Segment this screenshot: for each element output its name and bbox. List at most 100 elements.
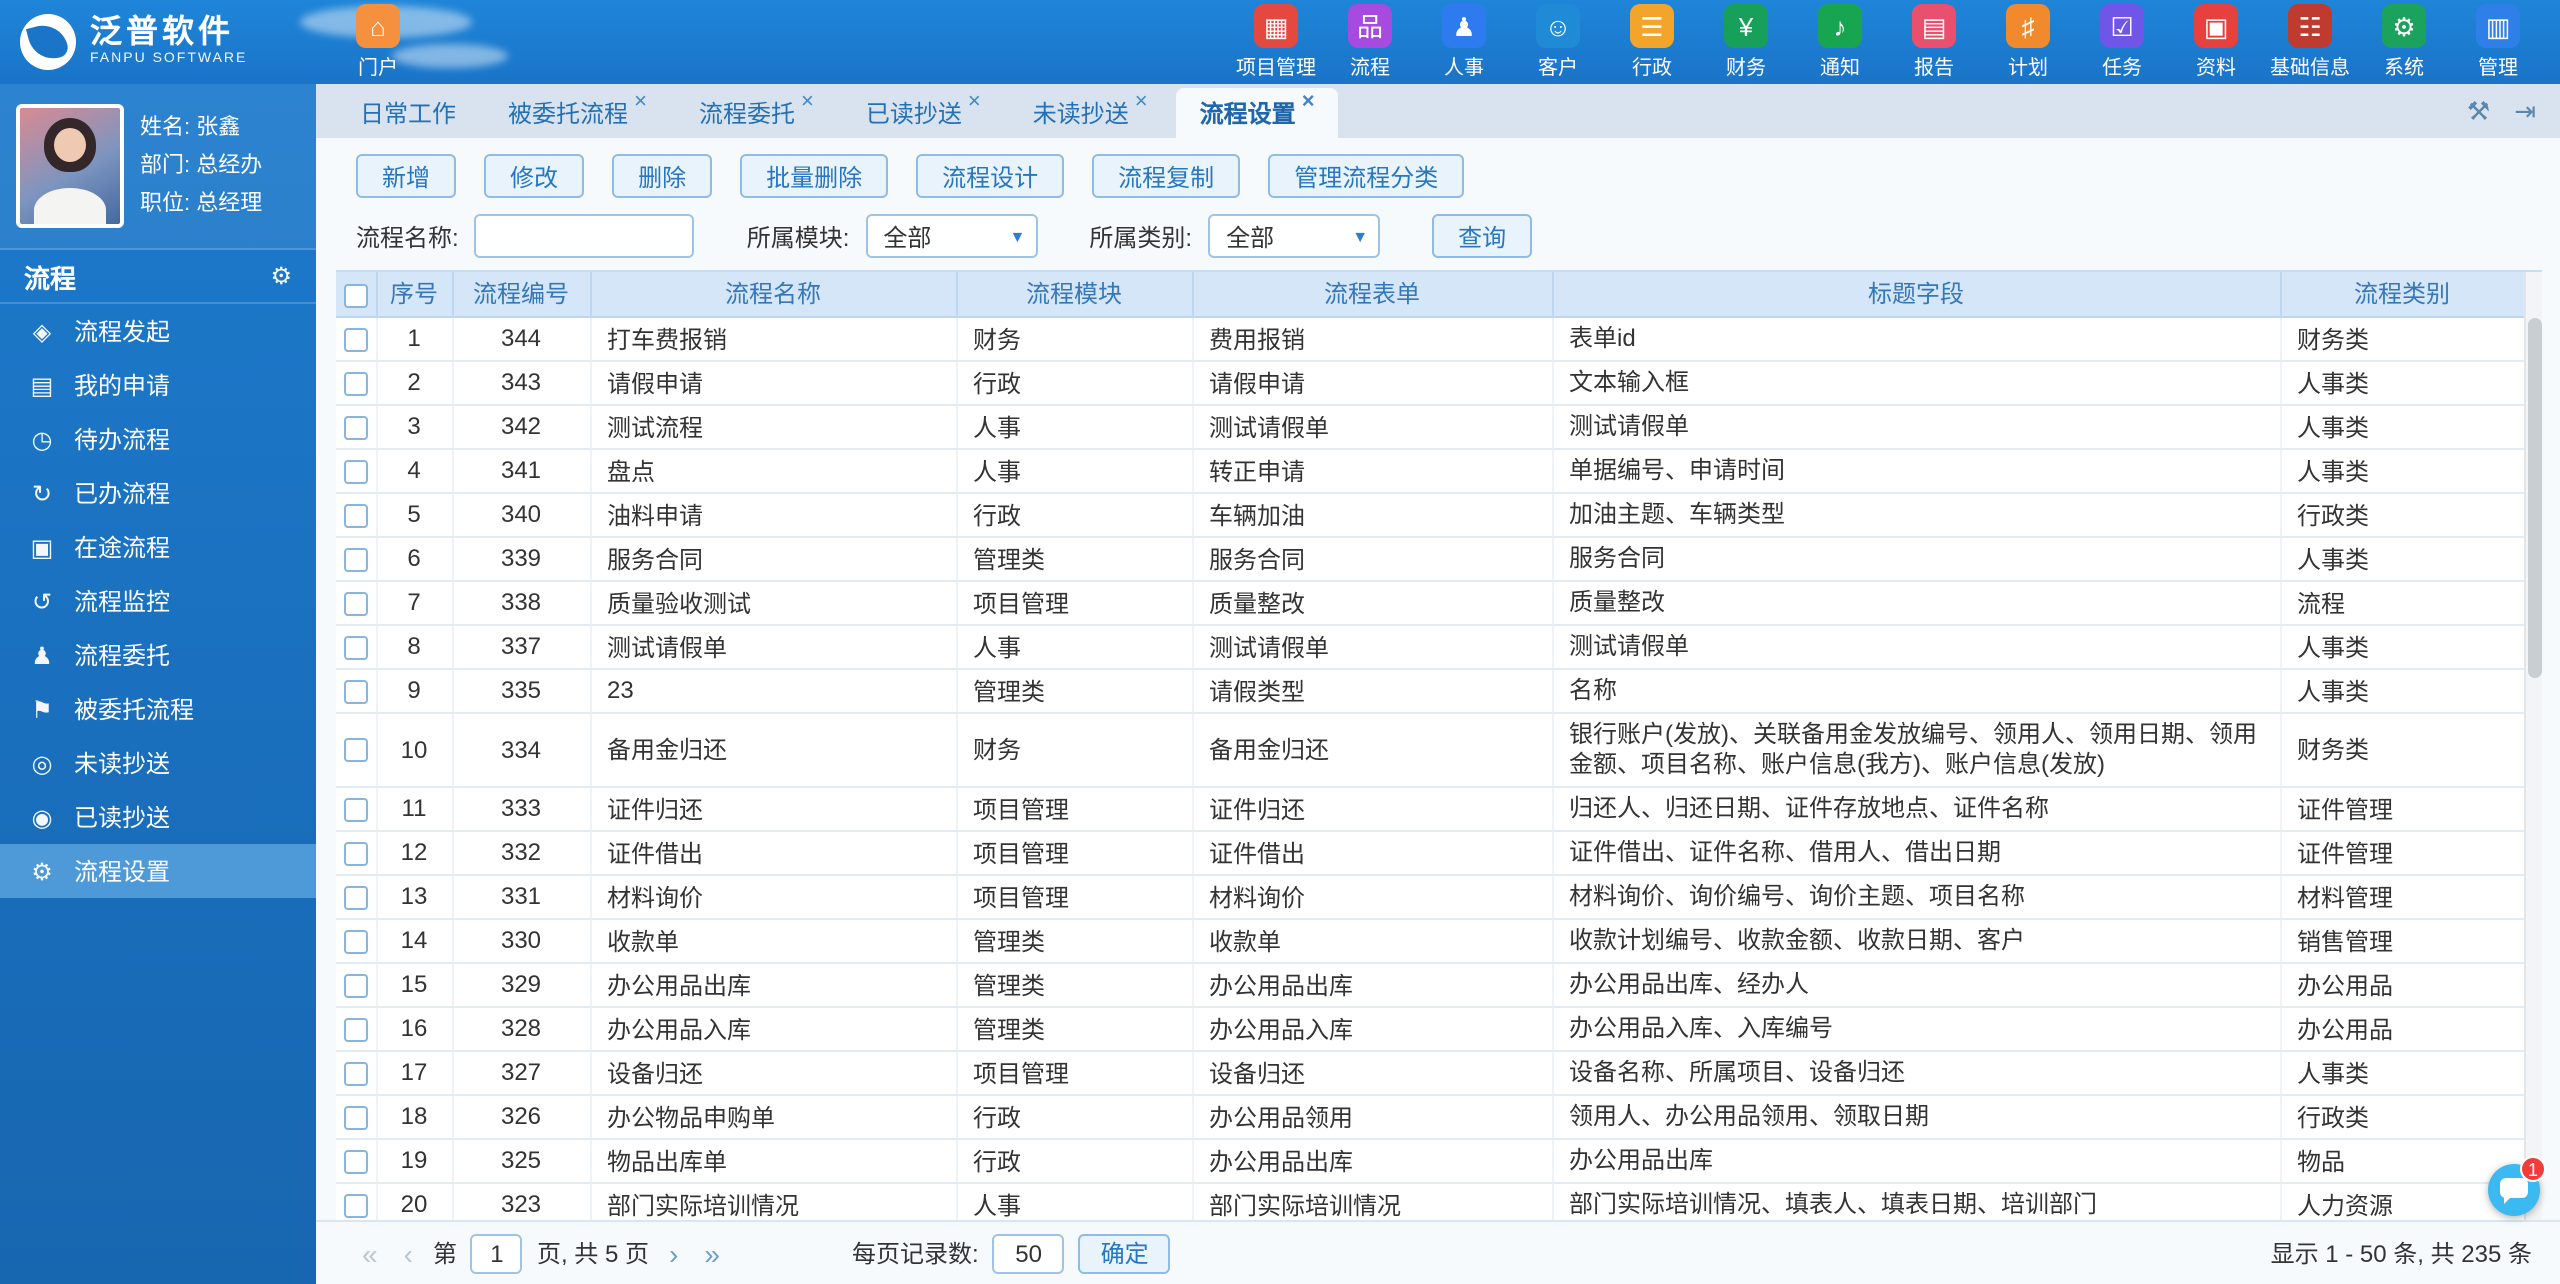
sidebar-item[interactable]: ⚙ 流程设置	[0, 844, 316, 898]
tab[interactable]: 已读抄送 ×	[842, 88, 1005, 138]
table-row[interactable]: 9 335 23 管理类 请假类型 名称 人事类	[336, 668, 2525, 713]
row-checkbox[interactable]	[343, 1105, 368, 1130]
row-checkbox[interactable]	[343, 635, 368, 660]
chat-button[interactable]: 1	[2488, 1156, 2546, 1216]
table-row[interactable]: 12 332 证件借出 项目管理 证件借出 证件借出、证件名称、借用人、借出日期…	[336, 830, 2525, 875]
row-checkbox[interactable]	[343, 929, 368, 954]
table-row[interactable]: 19 325 物品出库单 行政 办公用品出库 办公用品出库 物品	[336, 1138, 2525, 1183]
app-item[interactable]: ¥ 财务	[1700, 4, 1792, 80]
table-row[interactable]: 20 323 部门实际培训情况 人事 部门实际培训情况 部门实际培训情况、填表人…	[336, 1182, 2525, 1220]
table-row[interactable]: 13 331 材料询价 项目管理 材料询价 材料询价、询价编号、询价主题、项目名…	[336, 874, 2525, 919]
row-checkbox[interactable]	[343, 1061, 368, 1086]
sidebar-item[interactable]: ◉ 已读抄送	[0, 790, 316, 844]
prev-page-icon[interactable]: ‹	[398, 1239, 419, 1267]
app-item[interactable]: 品 流程	[1324, 4, 1416, 80]
module-select[interactable]: 全部 ▼	[865, 214, 1038, 258]
app-item[interactable]: ♪ 通知	[1794, 4, 1886, 80]
toolbar-button[interactable]: 修改	[484, 154, 585, 198]
row-checkbox[interactable]	[343, 547, 368, 572]
page-input[interactable]	[470, 1233, 523, 1273]
first-page-icon[interactable]: «	[356, 1239, 384, 1267]
row-checkbox[interactable]	[343, 327, 368, 352]
gear-icon[interactable]: ⚙	[270, 262, 292, 290]
sidebar-item[interactable]: ▣ 在途流程	[0, 520, 316, 574]
table-row[interactable]: 3 342 测试流程 人事 测试请假单 测试请假单 人事类	[336, 404, 2525, 449]
tab-close-icon[interactable]: ×	[1302, 91, 1315, 114]
table-row[interactable]: 4 341 盘点 人事 转正申请 单据编号、申请时间 人事类	[336, 448, 2525, 493]
app-item[interactable]: ♯ 计划	[1982, 4, 2074, 80]
sidebar-item[interactable]: ◷ 待办流程	[0, 412, 316, 466]
toolbar-button[interactable]: 流程复制	[1092, 154, 1241, 198]
table-row[interactable]: 2 343 请假申请 行政 请假申请 文本输入框 人事类	[336, 360, 2525, 405]
row-checkbox[interactable]	[343, 679, 368, 704]
toolbar-button[interactable]: 删除	[612, 154, 713, 198]
sidebar-item[interactable]: ♟ 流程委托	[0, 628, 316, 682]
app-item[interactable]: ☺ 客户	[1512, 4, 1604, 80]
wrench-icon[interactable]: ⚒	[2467, 95, 2490, 127]
sidebar-item[interactable]: ◈ 流程发起	[0, 304, 316, 358]
table-row[interactable]: 16 328 办公用品入库 管理类 办公用品入库 办公用品入库、入库编号 办公用…	[336, 1006, 2525, 1051]
toolbar-button[interactable]: 流程设计	[916, 154, 1065, 198]
app-item[interactable]: ▥ 管理	[2452, 4, 2544, 80]
row-checkbox[interactable]	[343, 841, 368, 866]
table-row[interactable]: 7 338 质量验收测试 项目管理 质量整改 质量整改 流程	[336, 580, 2525, 625]
sidebar-item[interactable]: ↻ 已办流程	[0, 466, 316, 520]
row-checkbox[interactable]	[343, 1149, 368, 1174]
column-header[interactable]: 流程模块	[956, 272, 1193, 317]
column-header[interactable]: 流程名称	[590, 272, 957, 317]
app-item[interactable]: ☰ 行政	[1606, 4, 1698, 80]
column-header[interactable]: 流程编号	[452, 272, 591, 317]
table-row[interactable]: 8 337 测试请假单 人事 测试请假单 测试请假单 人事类	[336, 624, 2525, 669]
row-checkbox[interactable]	[343, 371, 368, 396]
search-button[interactable]: 查询	[1432, 214, 1533, 258]
app-item[interactable]: ♟ 人事	[1418, 4, 1510, 80]
app-item[interactable]: ⚙ 系统	[2358, 4, 2450, 80]
next-page-icon[interactable]: ›	[663, 1239, 684, 1267]
row-checkbox[interactable]	[343, 738, 368, 763]
sidebar-item[interactable]: ▤ 我的申请	[0, 358, 316, 412]
column-header[interactable]: 标题字段	[1552, 272, 2281, 317]
table-row[interactable]: 5 340 油料申请 行政 车辆加油 加油主题、车辆类型 行政类	[336, 492, 2525, 537]
tab-close-icon[interactable]: ×	[801, 91, 814, 114]
table-row[interactable]: 6 339 服务合同 管理类 服务合同 服务合同 人事类	[336, 536, 2525, 581]
toolbar-button[interactable]: 管理流程分类	[1268, 154, 1465, 198]
table-row[interactable]: 15 329 办公用品出库 管理类 办公用品出库 办公用品出库、经办人 办公用品	[336, 962, 2525, 1007]
tab[interactable]: 未读抄送 ×	[1009, 88, 1172, 138]
app-item[interactable]: ▤ 报告	[1888, 4, 1980, 80]
app-item[interactable]: ☷ 基础信息	[2264, 4, 2356, 80]
tab-close-icon[interactable]: ×	[968, 91, 981, 114]
sidebar-item[interactable]: ↺ 流程监控	[0, 574, 316, 628]
row-checkbox[interactable]	[343, 459, 368, 484]
toolbar-button[interactable]: 批量删除	[740, 154, 889, 198]
row-checkbox[interactable]	[343, 1017, 368, 1042]
row-checkbox[interactable]	[343, 591, 368, 616]
app-item[interactable]: ☑ 任务	[2076, 4, 2168, 80]
table-scrollbar[interactable]	[2524, 272, 2542, 1220]
tab[interactable]: 流程设置 ×	[1175, 88, 1339, 138]
table-row[interactable]: 18 326 办公物品申购单 行政 办公用品领用 领用人、办公用品领用、领取日期…	[336, 1094, 2525, 1139]
column-header[interactable]: 流程类别	[2280, 272, 2525, 317]
toolbar-button[interactable]: 新增	[356, 154, 457, 198]
sidebar-item[interactable]: ◎ 未读抄送	[0, 736, 316, 790]
column-header[interactable]: 流程表单	[1192, 272, 1553, 317]
table-row[interactable]: 11 333 证件归还 项目管理 证件归还 归还人、归还日期、证件存放地点、证件…	[336, 786, 2525, 831]
row-checkbox[interactable]	[343, 1193, 368, 1218]
table-row[interactable]: 14 330 收款单 管理类 收款单 收款计划编号、收款金额、收款日期、客户 销…	[336, 918, 2525, 963]
row-checkbox[interactable]	[343, 503, 368, 528]
table-row[interactable]: 10 334 备用金归还 财务 备用金归还 银行账户(发放)、关联备用金发放编号…	[336, 712, 2525, 787]
last-page-icon[interactable]: »	[698, 1239, 726, 1267]
row-checkbox[interactable]	[343, 973, 368, 998]
category-select[interactable]: 全部 ▼	[1208, 214, 1381, 258]
tab[interactable]: 日常工作	[336, 88, 480, 138]
sidebar-item[interactable]: ⚑ 被委托流程	[0, 682, 316, 736]
table-row[interactable]: 17 327 设备归还 项目管理 设备归还 设备名称、所属项目、设备归还 人事类	[336, 1050, 2525, 1095]
exit-icon[interactable]: ⇥	[2514, 95, 2536, 127]
app-item[interactable]: ▦ 项目管理	[1230, 4, 1322, 80]
tab-close-icon[interactable]: ×	[634, 91, 647, 114]
row-checkbox[interactable]	[343, 415, 368, 440]
tab[interactable]: 被委托流程 ×	[484, 88, 671, 138]
row-checkbox[interactable]	[343, 797, 368, 822]
select-all-checkbox[interactable]	[343, 283, 368, 308]
app-item[interactable]: ▣ 资料	[2170, 4, 2262, 80]
column-header[interactable]: 序号	[376, 272, 453, 317]
